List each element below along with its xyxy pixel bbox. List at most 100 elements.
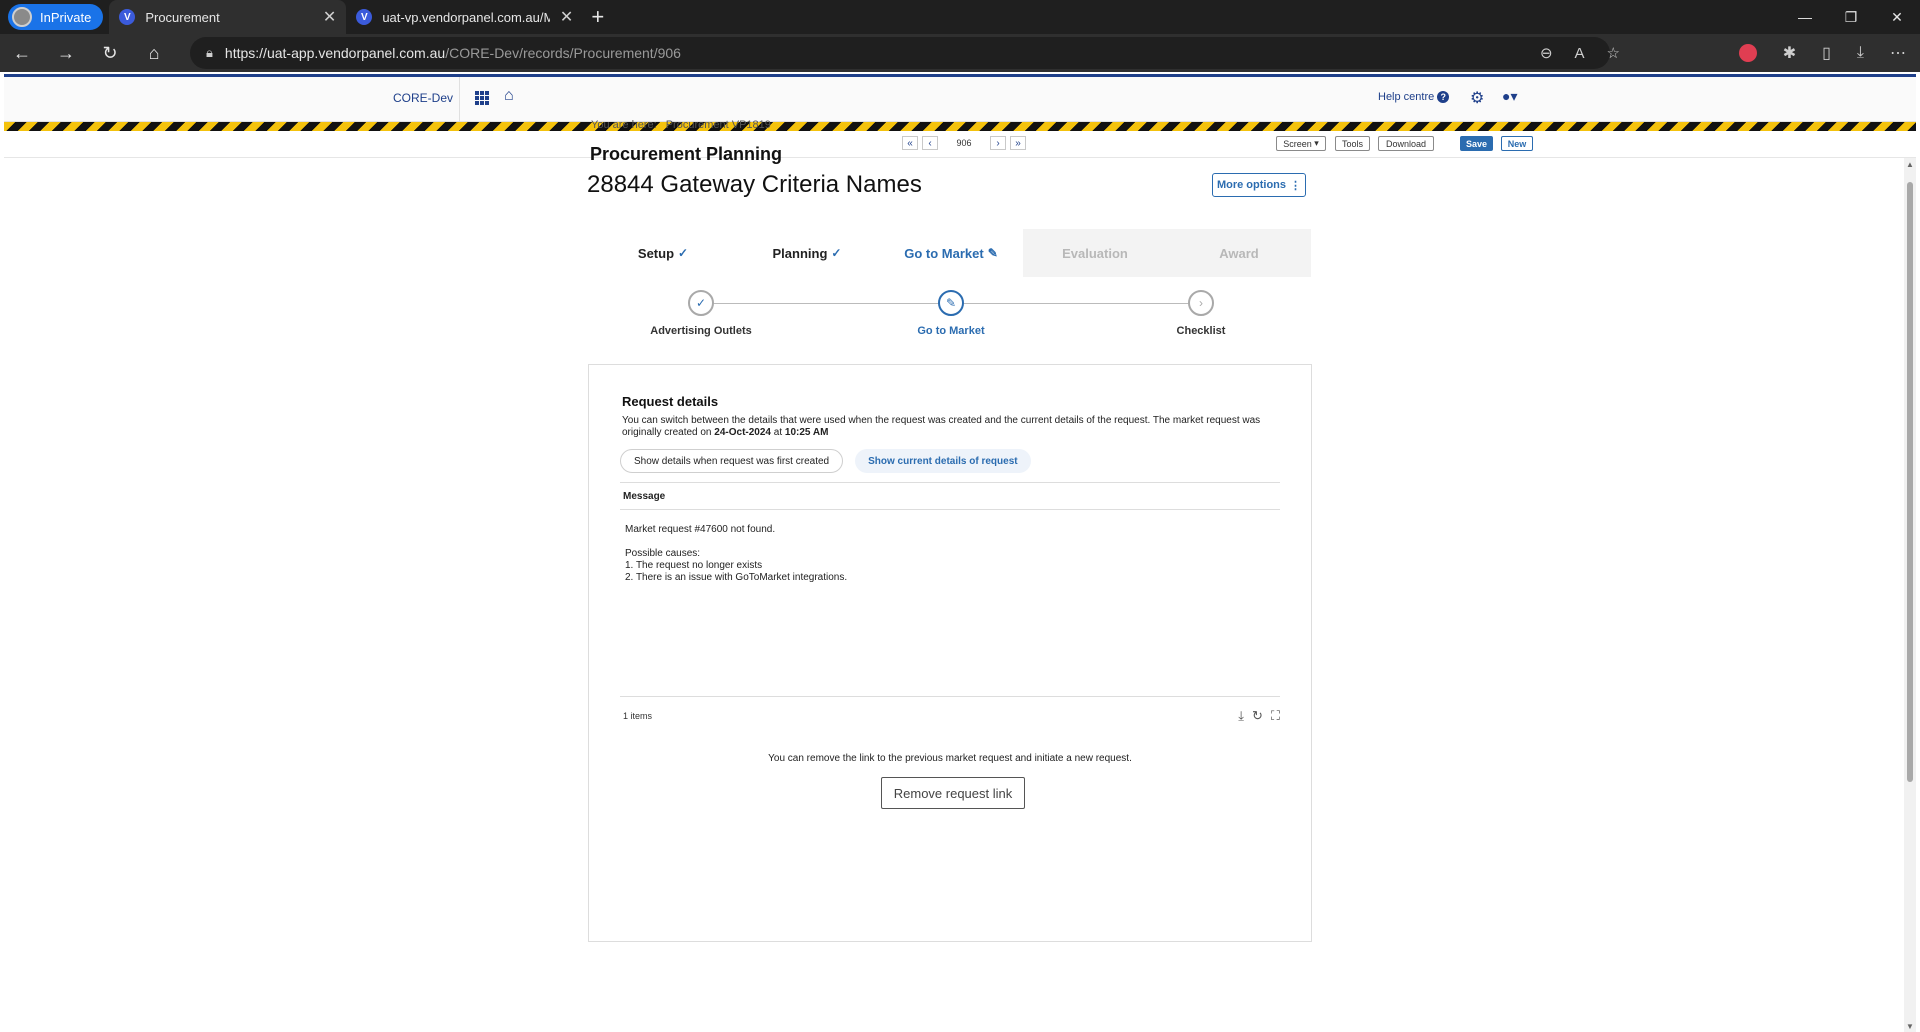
- extension-icon[interactable]: [1738, 44, 1757, 62]
- record-pager: « ‹ › »: [902, 136, 1026, 150]
- checkmark-icon: ✓: [678, 246, 689, 260]
- new-button[interactable]: New: [1501, 136, 1533, 151]
- refresh-icon[interactable]: ↻: [88, 34, 132, 72]
- new-tab-icon[interactable]: +: [591, 4, 604, 30]
- breadcrumb-item[interactable]: Procurement VP1819: [666, 119, 771, 131]
- grid-footer: 1 items ⤓ ↻ ⛶: [620, 696, 1280, 730]
- tab-title: Procurement: [145, 9, 220, 25]
- created-time: 10:25 AM: [784, 427, 829, 438]
- download-icon[interactable]: ⤓: [1238, 708, 1244, 724]
- step-label: Checklist: [1176, 325, 1226, 337]
- window-controls: — ❐ ✕: [1782, 0, 1920, 34]
- show-original-details-button[interactable]: Show details when request was first crea…: [620, 449, 844, 473]
- apps-grid-icon[interactable]: [475, 91, 489, 105]
- close-tab-icon[interactable]: ✕: [560, 7, 573, 27]
- scroll-up-icon[interactable]: ▲: [1906, 160, 1914, 169]
- user-menu-icon[interactable]: ●▾: [1502, 88, 1517, 105]
- home-icon[interactable]: ⌂: [504, 87, 514, 105]
- lock-icon: 🔒︎: [206, 45, 213, 60]
- grid-column-header[interactable]: Message: [620, 482, 1280, 510]
- help-centre-label: Help centre: [1378, 91, 1435, 103]
- vendorpanel-favicon-icon: V: [356, 9, 373, 25]
- scroll-thumb[interactable]: [1907, 182, 1913, 782]
- step-go-to-market[interactable]: ✎ Go to Market: [871, 290, 1031, 337]
- tab-title: uat-vp.vendorpanel.com.au/Mem: [382, 9, 550, 25]
- save-button[interactable]: Save: [1460, 136, 1493, 151]
- scroll-down-icon[interactable]: ▼: [1906, 1022, 1914, 1031]
- stage-tab-evaluation[interactable]: Evaluation: [1023, 229, 1167, 277]
- downloads-icon[interactable]: ⤓: [1857, 44, 1864, 62]
- remove-request-link-button[interactable]: Remove request link: [881, 777, 1025, 809]
- kebab-menu-icon: ⋮: [1290, 179, 1302, 192]
- page-scrollbar[interactable]: ▲ ▼: [1904, 158, 1916, 1032]
- extensions-puzzle-icon[interactable]: ✱: [1783, 43, 1796, 63]
- breadcrumb: You are here: Procurement VP1819: [591, 119, 771, 131]
- close-tab-icon[interactable]: ✕: [323, 7, 336, 27]
- split-screen-icon[interactable]: ▯: [1822, 43, 1831, 63]
- checkmark-icon: ✓: [688, 290, 714, 316]
- more-options-button[interactable]: More options ⋮: [1212, 173, 1306, 197]
- next-record-icon[interactable]: ›: [990, 136, 1006, 150]
- instance-name[interactable]: CORE-Dev: [393, 91, 453, 105]
- items-count: 1 items: [623, 711, 653, 721]
- inprivate-label: InPrivate: [40, 9, 92, 25]
- refresh-icon[interactable]: ↻: [1252, 708, 1263, 724]
- stage-tab-go-to-market[interactable]: Go to Market ✎: [879, 229, 1023, 277]
- zoom-icon[interactable]: ⊖: [1540, 44, 1553, 62]
- url-actions: ⊖ A ☆: [1540, 34, 1620, 72]
- forward-icon[interactable]: →: [44, 34, 88, 72]
- minimize-icon[interactable]: —: [1782, 0, 1828, 34]
- inprivate-badge[interactable]: InPrivate: [8, 4, 104, 30]
- first-record-icon[interactable]: «: [902, 136, 918, 150]
- app-header: CORE-Dev ⌂ Help centre ? ⚙ ●▾: [4, 77, 1916, 122]
- record-number-input[interactable]: [942, 136, 986, 150]
- previous-record-icon[interactable]: ‹: [922, 136, 938, 150]
- browser-tab-vendorpanel[interactable]: V uat-vp.vendorpanel.com.au/Mem ✕: [346, 0, 583, 34]
- browser-address-bar: ← → ↻ ⌂ 🔒︎ https://uat-app.vendorpanel.c…: [0, 34, 1920, 72]
- favorite-star-icon[interactable]: ☆: [1607, 44, 1620, 62]
- browser-titlebar: InPrivate V Procurement ✕ V uat-vp.vendo…: [0, 0, 1920, 34]
- restore-icon[interactable]: ❐: [1828, 0, 1874, 34]
- url-field[interactable]: 🔒︎ https://uat-app.vendorpanel.com.au/CO…: [190, 37, 1610, 69]
- show-current-details-button[interactable]: Show current details of request: [855, 449, 1031, 473]
- more-options-label: More options: [1216, 179, 1287, 191]
- pencil-icon: ✎: [938, 290, 964, 316]
- fullscreen-icon[interactable]: ⛶: [1271, 708, 1280, 724]
- stage-tab-award[interactable]: Award: [1167, 229, 1311, 277]
- breadcrumb-prefix: You are here:: [591, 119, 657, 131]
- request-details-heading: Request details: [622, 394, 719, 409]
- remove-link-note: You can remove the link to the previous …: [768, 753, 1132, 764]
- settings-gear-icon[interactable]: ⚙: [1470, 88, 1484, 108]
- last-record-icon[interactable]: »: [1010, 136, 1026, 150]
- vendorpanel-favicon-icon: V: [119, 9, 136, 25]
- step-label: Go to Market: [917, 325, 985, 337]
- close-window-icon[interactable]: ✕: [1874, 0, 1920, 34]
- request-details-description: You can switch between the details that …: [622, 415, 1261, 438]
- question-icon: ?: [1437, 91, 1450, 103]
- back-icon[interactable]: ←: [0, 34, 44, 72]
- step-progress: ✓ Advertising Outlets ✎ Go to Market › C…: [591, 290, 1311, 346]
- created-date: 24-Oct-2024: [714, 427, 771, 438]
- page-subtitle: Procurement Planning: [590, 144, 783, 164]
- read-aloud-icon[interactable]: A: [1575, 45, 1585, 62]
- page-title: 28844 Gateway Criteria Names: [587, 171, 922, 198]
- more-menu-icon[interactable]: ⋯: [1890, 43, 1906, 63]
- chevron-right-icon: ›: [1188, 290, 1214, 316]
- checkmark-icon: ✓: [831, 246, 842, 260]
- step-checklist[interactable]: › Checklist: [1121, 290, 1281, 337]
- browser-tab-procurement[interactable]: V Procurement ✕: [109, 0, 347, 34]
- url-text: https://uat-app.vendorpanel.com.au/CORE-…: [224, 45, 681, 61]
- help-centre-link[interactable]: Help centre ?: [1378, 91, 1450, 103]
- tools-button[interactable]: Tools: [1335, 136, 1370, 151]
- grid-message-cell: Market request #47600 not found. Possibl…: [625, 524, 848, 583]
- stage-tab-planning[interactable]: Planning ✓: [735, 229, 879, 277]
- home-icon[interactable]: ⌂: [132, 34, 176, 72]
- details-toggle: Show details when request was first crea…: [620, 449, 1031, 473]
- profile-avatar-icon: [12, 7, 32, 27]
- stage-tab-setup[interactable]: Setup ✓: [591, 229, 735, 277]
- download-button[interactable]: Download: [1378, 136, 1434, 151]
- record-toolbar: « ‹ › » Screen ▾ Tools Download Save New: [4, 131, 1916, 158]
- pencil-icon: ✎: [987, 246, 998, 260]
- view-select[interactable]: Screen ▾: [1276, 136, 1326, 151]
- step-advertising-outlets[interactable]: ✓ Advertising Outlets: [621, 290, 781, 337]
